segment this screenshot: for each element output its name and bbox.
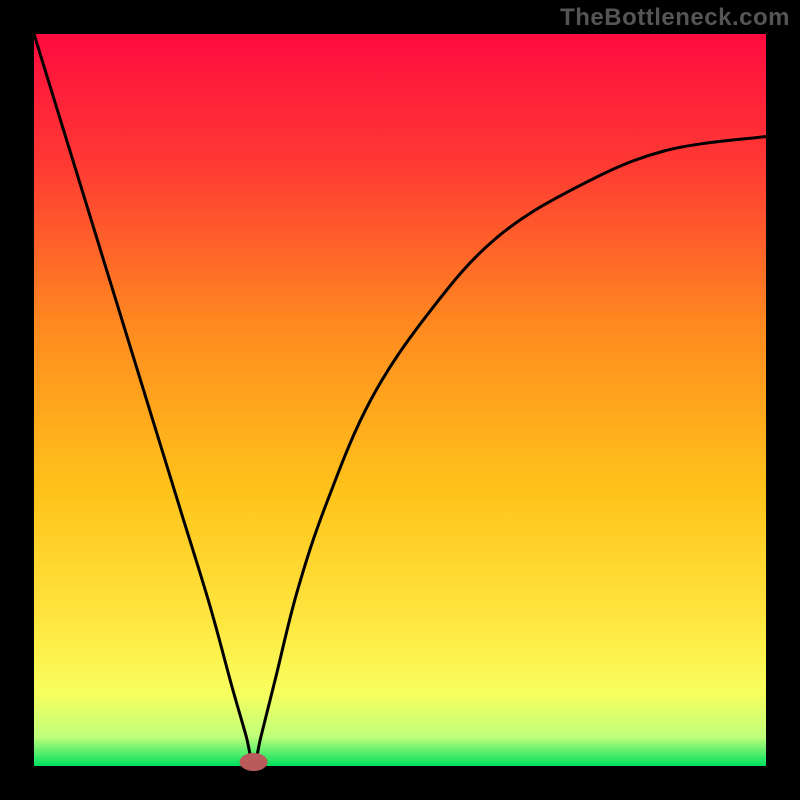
minimum-marker (240, 753, 268, 771)
chart-frame: TheBottleneck.com (0, 0, 800, 800)
plot-background (34, 34, 766, 766)
bottleneck-chart (0, 0, 800, 800)
